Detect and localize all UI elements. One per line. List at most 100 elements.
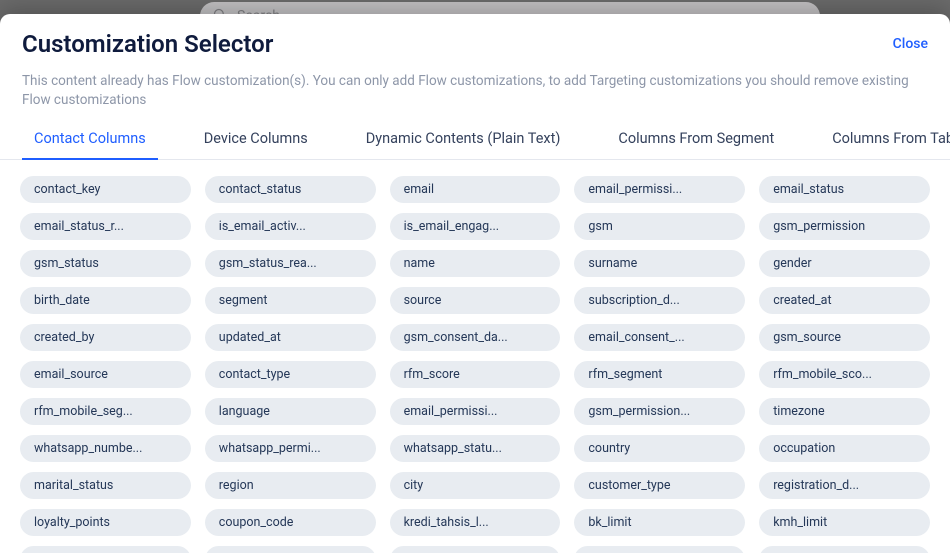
- column-chip[interactable]: contact_type: [205, 361, 376, 388]
- close-button[interactable]: Close: [893, 30, 928, 52]
- column-chip-label: coupon_code: [219, 515, 362, 530]
- column-chip[interactable]: marital_status: [20, 472, 191, 499]
- column-chip-label: birth_date: [34, 293, 177, 308]
- tab-columns-from-table[interactable]: Columns From Table: [820, 122, 950, 159]
- column-chip[interactable]: coupon_code: [205, 509, 376, 536]
- chips-grid: contact_key contact_status email email_perm…: [20, 176, 930, 553]
- column-chip-label: email_permissi...: [404, 404, 547, 419]
- column-chip[interactable]: whatsapp_permi...: [205, 435, 376, 462]
- column-chip[interactable]: gsm_status_rea...: [205, 250, 376, 277]
- column-chip[interactable]: gender: [759, 250, 930, 277]
- column-chip[interactable]: email_permissi...: [390, 398, 561, 425]
- column-chip-label: gsm_status: [34, 256, 177, 271]
- modal-title: Customization Selector: [22, 30, 273, 58]
- column-chip[interactable]: gsm: [574, 213, 745, 240]
- column-chip-label: registration_d...: [773, 478, 916, 493]
- column-chip[interactable]: region: [205, 472, 376, 499]
- column-chip[interactable]: is_email_engag...: [390, 213, 561, 240]
- tab-label: Contact Columns: [34, 130, 146, 147]
- column-chip[interactable]: loyalty_points: [20, 509, 191, 536]
- column-chip[interactable]: contact_key: [20, 176, 191, 203]
- column-chip[interactable]: bk_limit: [574, 509, 745, 536]
- column-chip[interactable]: email_permissi...: [574, 176, 745, 203]
- column-chip[interactable]: gsm_status: [20, 250, 191, 277]
- column-chip[interactable]: birth_date: [20, 287, 191, 314]
- column-chip[interactable]: acik_sikayet_v...: [20, 546, 191, 553]
- column-chip[interactable]: created_at: [759, 287, 930, 314]
- column-chip-label: whatsapp_numbe...: [34, 441, 177, 456]
- column-chip-label: email_source: [34, 367, 177, 382]
- column-chip[interactable]: city: [390, 472, 561, 499]
- column-chip[interactable]: country: [574, 435, 745, 462]
- column-chip[interactable]: name: [390, 250, 561, 277]
- tab-label: Device Columns: [204, 130, 308, 147]
- column-chip[interactable]: email_status: [759, 176, 930, 203]
- column-chip-label: loyalty_points: [34, 515, 177, 530]
- column-chip-label: gsm_consent_da...: [404, 330, 547, 345]
- column-chip[interactable]: email_consent_...: [574, 324, 745, 351]
- column-chip-label: updated_at: [219, 330, 362, 345]
- modal-header: Customization Selector Close: [0, 14, 950, 58]
- column-chip[interactable]: kredi_tahsis_l...: [390, 509, 561, 536]
- column-chip[interactable]: updated_at: [205, 324, 376, 351]
- column-chip[interactable]: rfm_mobile_sco...: [759, 361, 930, 388]
- column-chip[interactable]: merchant_id: [574, 546, 745, 553]
- column-chip[interactable]: occupation: [759, 435, 930, 462]
- column-chip-label: subscription_d...: [588, 293, 731, 308]
- column-chip[interactable]: rfm_segment: [574, 361, 745, 388]
- chips-area: contact_key contact_status email email_perm…: [0, 160, 950, 553]
- column-chip-label: gsm_source: [773, 330, 916, 345]
- column-chip-label: bk_limit: [588, 515, 731, 530]
- column-chip[interactable]: kmh_limit: [759, 509, 930, 536]
- column-chip[interactable]: masha_test: [390, 546, 561, 553]
- column-chip[interactable]: email_status_r...: [20, 213, 191, 240]
- column-chip[interactable]: rfm_score: [390, 361, 561, 388]
- column-chip-label: source: [404, 293, 547, 308]
- column-chip-label: email_consent_...: [588, 330, 731, 345]
- column-chip-label: rfm_segment: [588, 367, 731, 382]
- column-chip-label: email: [404, 182, 547, 197]
- column-chip-label: timezone: [773, 404, 916, 419]
- column-chip-label: whatsapp_statu...: [404, 441, 547, 456]
- column-chip[interactable]: customer_type: [574, 472, 745, 499]
- tab-dynamic-contents-plain-text[interactable]: Dynamic Contents (Plain Text): [354, 122, 573, 159]
- column-chip[interactable]: surname: [574, 250, 745, 277]
- column-chip[interactable]: source: [390, 287, 561, 314]
- customization-selector-modal: Customization Selector Close This conten…: [0, 14, 950, 553]
- column-chip-label: gender: [773, 256, 916, 271]
- column-chip-label: contact_key: [34, 182, 177, 197]
- column-chip[interactable]: language: [205, 398, 376, 425]
- column-chip[interactable]: email_source: [20, 361, 191, 388]
- column-chip[interactable]: gsm_source: [759, 324, 930, 351]
- column-chip[interactable]: last_order_id: [759, 546, 930, 553]
- column-chip[interactable]: registration_d...: [759, 472, 930, 499]
- column-chip-label: gsm_permission...: [588, 404, 731, 419]
- column-chip-label: rfm_mobile_sco...: [773, 367, 916, 382]
- column-chip[interactable]: email: [390, 176, 561, 203]
- tab-contact-columns[interactable]: Contact Columns: [22, 122, 158, 159]
- column-chip[interactable]: is_email_activ...: [205, 213, 376, 240]
- tab-label: Columns From Segment: [618, 130, 774, 147]
- column-chip-label: language: [219, 404, 362, 419]
- column-chip[interactable]: rfm_mobile_seg...: [20, 398, 191, 425]
- column-chip[interactable]: gsm_permission...: [574, 398, 745, 425]
- column-chip[interactable]: contact_status: [205, 176, 376, 203]
- tab-device-columns[interactable]: Device Columns: [192, 122, 320, 159]
- column-chip[interactable]: whatsapp_numbe...: [20, 435, 191, 462]
- column-chip[interactable]: created_by: [20, 324, 191, 351]
- tab-columns-from-segment[interactable]: Columns From Segment: [606, 122, 786, 159]
- column-chip-label: is_email_activ...: [219, 219, 362, 234]
- column-chip-label: email_status_r...: [34, 219, 177, 234]
- column-chip[interactable]: timezone: [759, 398, 930, 425]
- column-chip[interactable]: gsm_consent_da...: [390, 324, 561, 351]
- column-chip[interactable]: subscription_d...: [574, 287, 745, 314]
- column-chip[interactable]: metro_loyalty_...: [205, 546, 376, 553]
- column-chip[interactable]: segment: [205, 287, 376, 314]
- column-chip-label: occupation: [773, 441, 916, 456]
- column-chip-label: region: [219, 478, 362, 493]
- column-chip-label: country: [588, 441, 731, 456]
- column-chip-label: marital_status: [34, 478, 177, 493]
- column-chip[interactable]: whatsapp_statu...: [390, 435, 561, 462]
- column-chip[interactable]: gsm_permission: [759, 213, 930, 240]
- column-chip-label: kmh_limit: [773, 515, 916, 530]
